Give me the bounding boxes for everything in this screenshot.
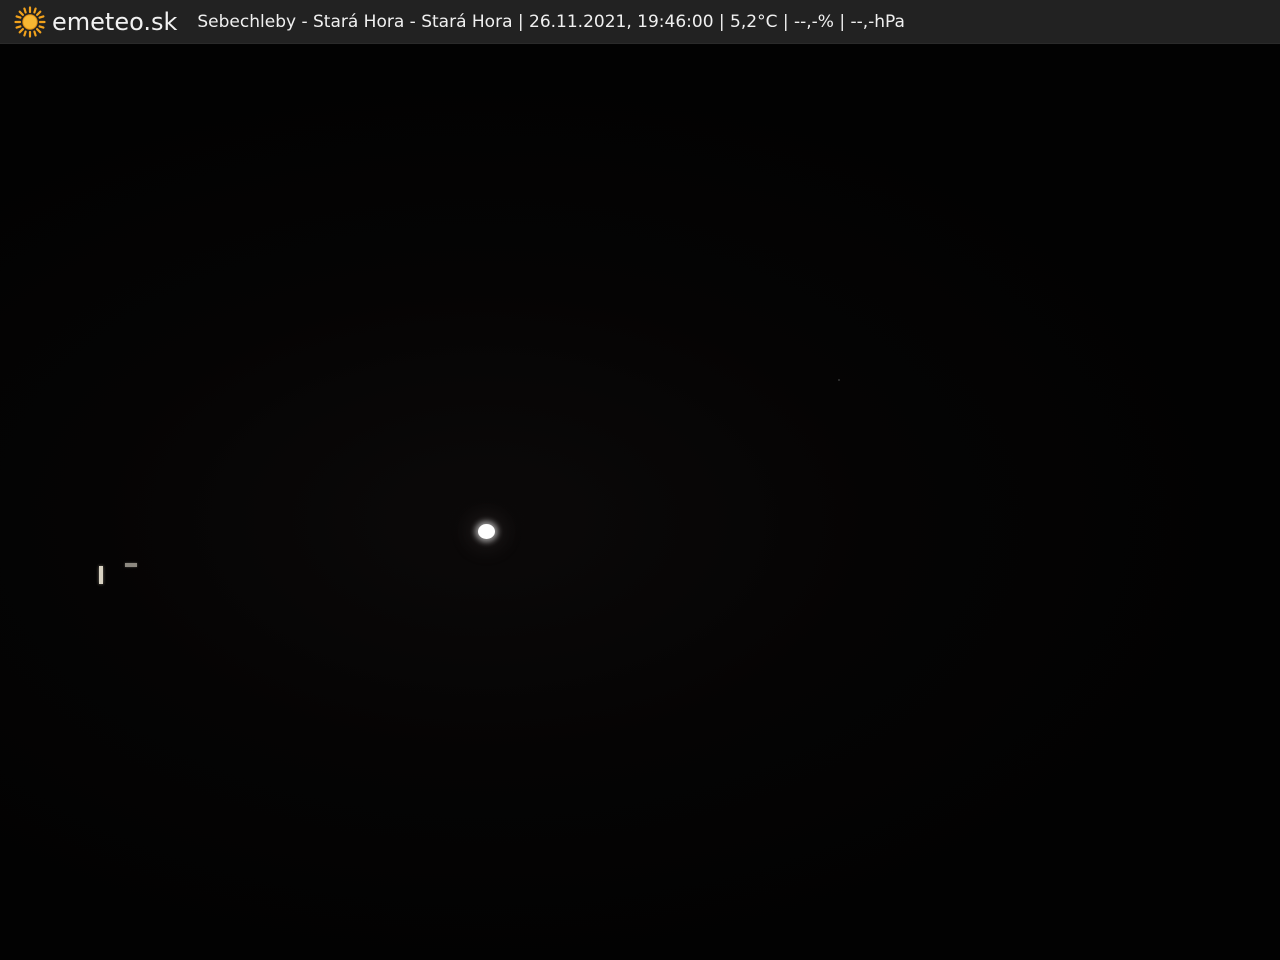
night-sky-image bbox=[0, 45, 1280, 960]
distant-light bbox=[99, 566, 103, 584]
station-caption: Sebechleby - Stará Hora - Stará Hora | 2… bbox=[197, 11, 905, 32]
moon bbox=[478, 524, 495, 539]
webcam-frame: emeteo.sk Sebechleby - Stará Hora - Star… bbox=[0, 0, 1280, 960]
distant-light bbox=[125, 563, 137, 567]
faint-star bbox=[838, 379, 840, 381]
brand-name: emeteo.sk bbox=[52, 7, 178, 36]
sun-icon bbox=[14, 5, 46, 38]
caption-bar: emeteo.sk Sebechleby - Stará Hora - Star… bbox=[0, 0, 1280, 44]
emeteo-logo: emeteo.sk bbox=[14, 0, 177, 44]
